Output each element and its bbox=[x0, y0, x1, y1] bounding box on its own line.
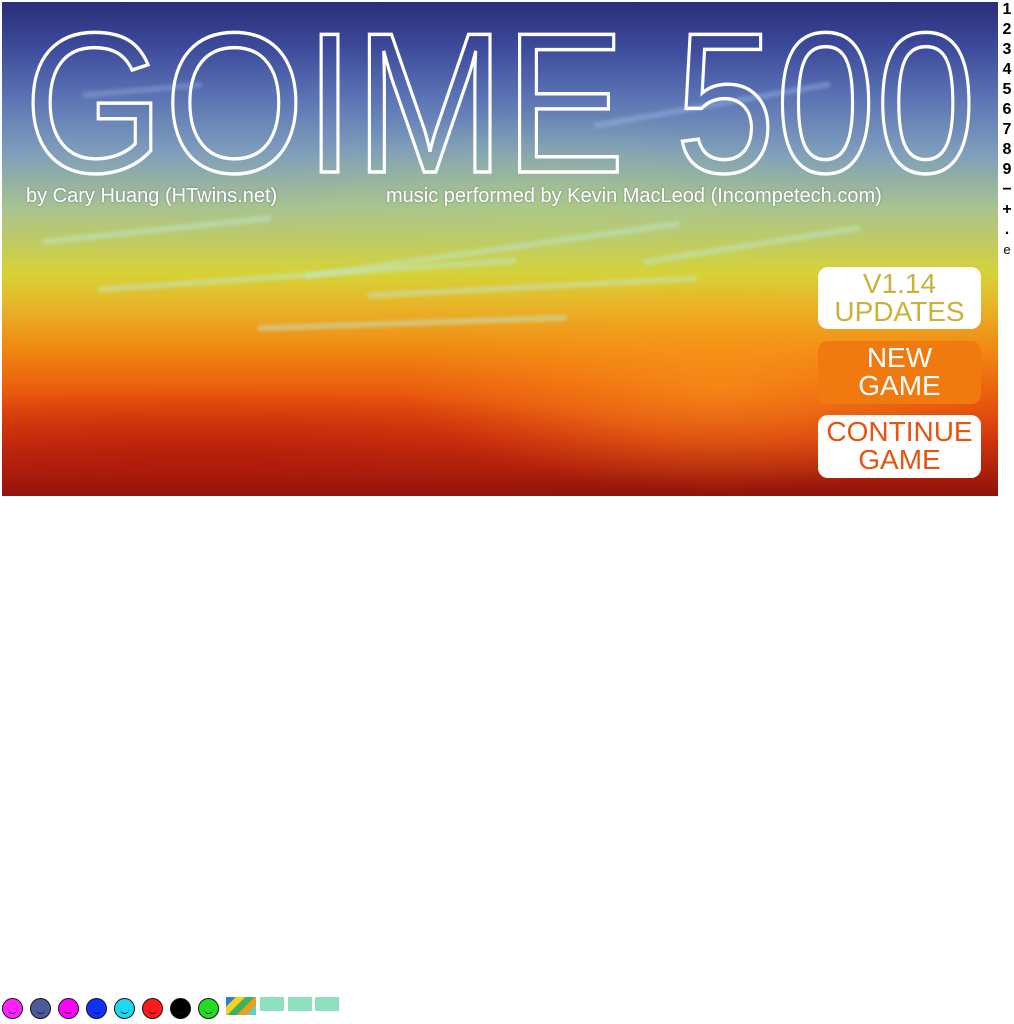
sky-streak bbox=[256, 314, 568, 332]
sky-streak bbox=[642, 224, 862, 266]
continue-game-label-line1: CONTINUE bbox=[826, 416, 973, 447]
mint-tile-1[interactable] bbox=[260, 997, 284, 1011]
sky-streak bbox=[367, 275, 697, 299]
game-title-logo: GOIME 500 bbox=[24, 12, 978, 192]
continue-game-button[interactable]: CONTINUE GAME bbox=[818, 415, 981, 478]
new-game-label-line2: GAME bbox=[858, 370, 941, 401]
magenta-ball-2[interactable] bbox=[58, 998, 79, 1019]
key-4[interactable]: 4 bbox=[1001, 60, 1013, 80]
new-game-label-line1: NEW bbox=[866, 342, 933, 373]
sky-streak bbox=[303, 220, 681, 280]
key-2[interactable]: 2 bbox=[1001, 20, 1013, 40]
key-e[interactable]: e bbox=[1001, 240, 1013, 260]
slate-ball[interactable] bbox=[30, 998, 51, 1019]
key-minus[interactable]: − bbox=[1001, 180, 1013, 200]
key-1[interactable]: 1 bbox=[1001, 0, 1013, 20]
game-title: GOIME 500 bbox=[24, 12, 976, 192]
music-credit: music performed by Kevin MacLeod (Incomp… bbox=[386, 185, 882, 207]
mint-tile-3[interactable] bbox=[315, 997, 339, 1011]
number-keypad: 1 2 3 4 5 6 7 8 9 − + . e bbox=[1001, 0, 1013, 260]
blue-ball[interactable] bbox=[86, 998, 107, 1019]
cyan-ball[interactable] bbox=[114, 998, 135, 1019]
continue-game-label-line2: GAME bbox=[858, 444, 941, 475]
author-credit: by Cary Huang (HTwins.net) bbox=[26, 185, 278, 207]
key-plus[interactable]: + bbox=[1001, 200, 1013, 220]
green-ball[interactable] bbox=[198, 998, 219, 1019]
key-3[interactable]: 3 bbox=[1001, 40, 1013, 60]
key-9[interactable]: 9 bbox=[1001, 160, 1013, 180]
key-6[interactable]: 6 bbox=[1001, 100, 1013, 120]
key-8[interactable]: 8 bbox=[1001, 140, 1013, 160]
sky-streak bbox=[42, 214, 272, 246]
magenta-ball[interactable] bbox=[2, 998, 23, 1019]
black-ball[interactable] bbox=[170, 998, 191, 1019]
key-5[interactable]: 5 bbox=[1001, 80, 1013, 100]
key-decimal[interactable]: . bbox=[1001, 220, 1013, 240]
updates-button[interactable]: V1.14 UPDATES bbox=[818, 267, 981, 329]
key-7[interactable]: 7 bbox=[1001, 120, 1013, 140]
new-game-button[interactable]: NEW GAME bbox=[818, 341, 981, 404]
updates-label: UPDATES bbox=[834, 296, 965, 327]
mint-tile-2[interactable] bbox=[288, 997, 312, 1011]
background-thumbnail-tile[interactable] bbox=[226, 997, 256, 1015]
updates-version-label: V1.14 bbox=[862, 268, 937, 299]
red-ball[interactable] bbox=[142, 998, 163, 1019]
